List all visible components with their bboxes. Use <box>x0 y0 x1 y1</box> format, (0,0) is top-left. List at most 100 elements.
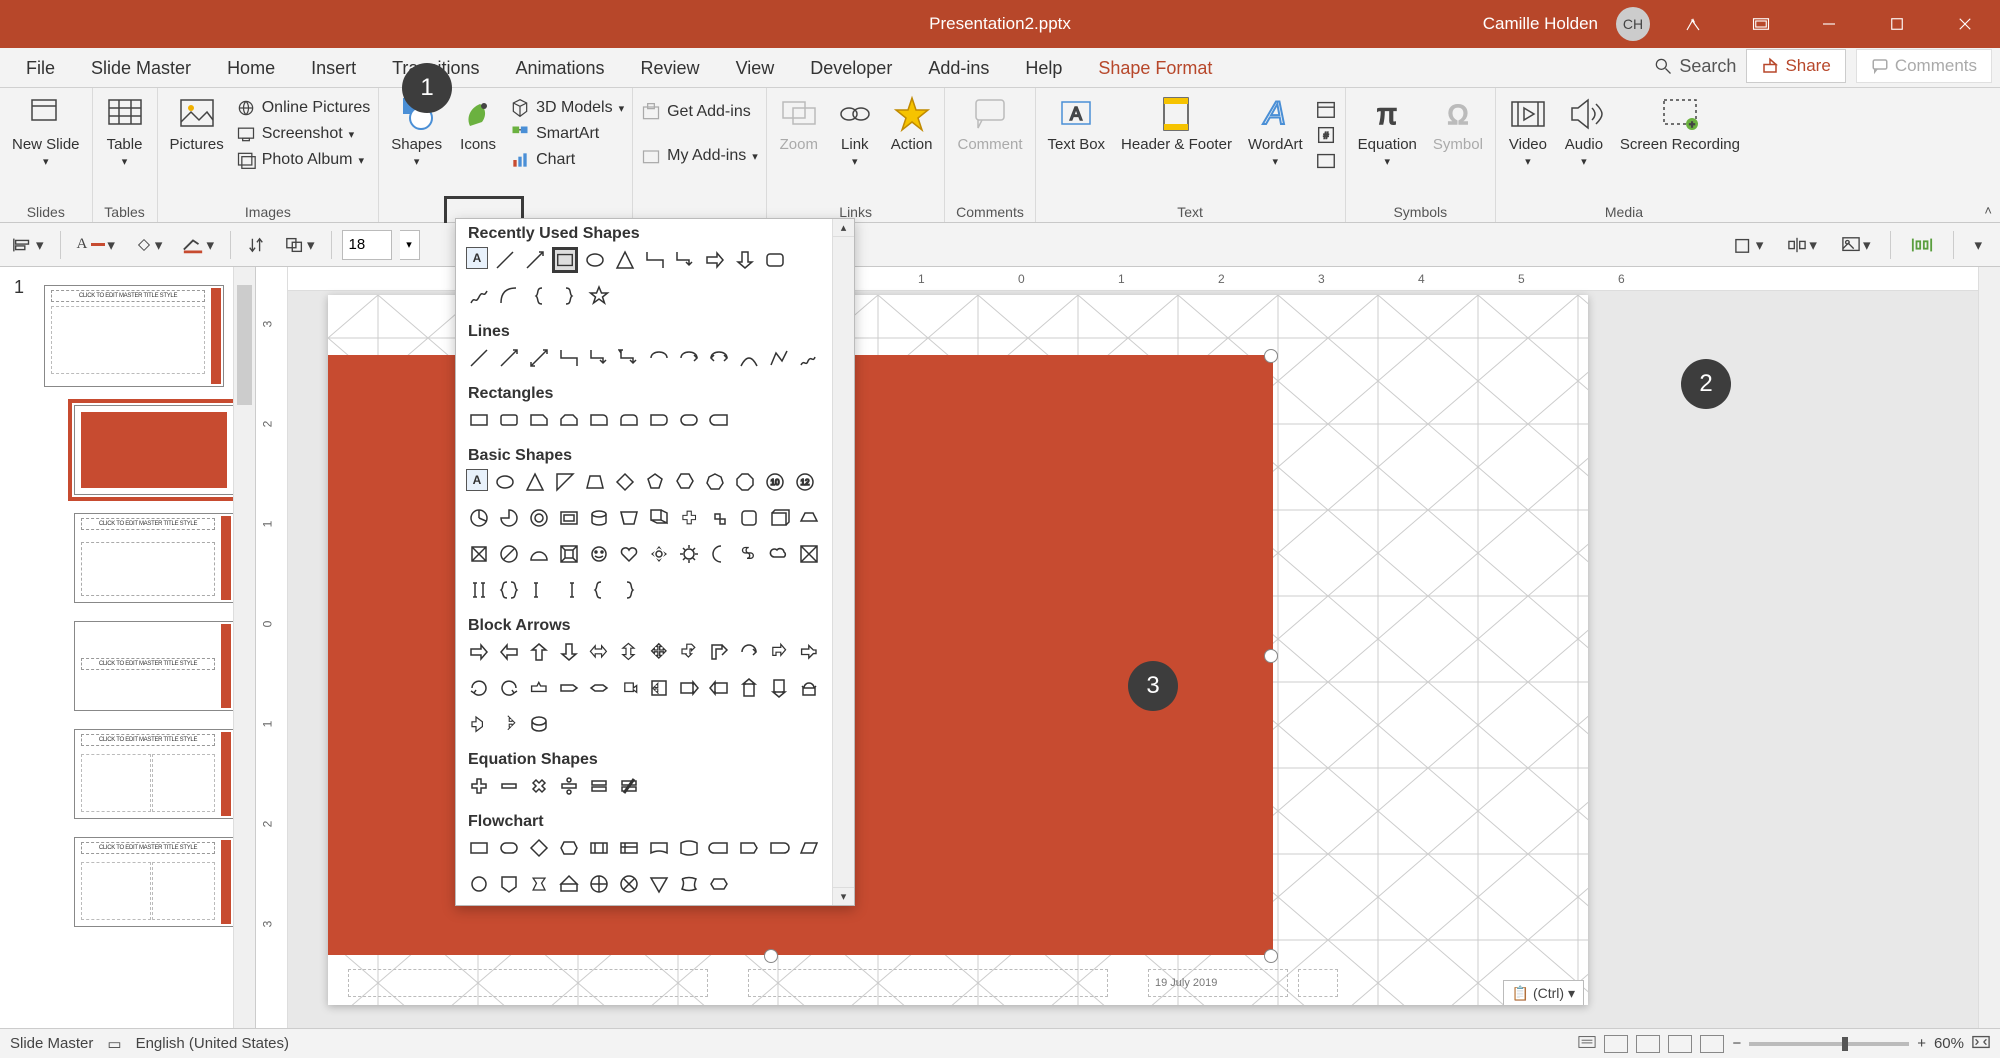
s[interactable] <box>526 675 552 701</box>
s[interactable] <box>526 711 552 737</box>
object-icon[interactable] <box>1315 150 1337 172</box>
shape-line-1[interactable] <box>466 345 492 371</box>
shape-plus[interactable] <box>466 773 492 799</box>
s[interactable] <box>556 505 582 531</box>
pictures-button[interactable]: Pictures <box>166 92 228 155</box>
shape-rounded-rect[interactable] <box>762 247 788 273</box>
3d-models-button[interactable]: 3D Models ▾ <box>510 98 624 118</box>
s[interactable] <box>496 639 522 665</box>
s[interactable] <box>582 469 608 495</box>
s[interactable] <box>586 675 612 701</box>
s[interactable] <box>496 711 522 737</box>
shape-line-6[interactable] <box>616 345 642 371</box>
view-slideshow-icon[interactable] <box>1700 1035 1724 1053</box>
accessibility-icon[interactable]: ▭ <box>107 1035 121 1053</box>
align-objects-icon[interactable]: ▾ <box>1781 231 1823 259</box>
paste-options-icon[interactable]: ▾ <box>1728 231 1770 259</box>
shape-elbow-arrow[interactable] <box>672 247 698 273</box>
shape-scribble[interactable] <box>466 283 492 309</box>
audio-button[interactable]: Audio▾ <box>1560 92 1608 170</box>
user-name[interactable]: Camille Holden <box>1483 14 1598 34</box>
shape-fill-icon[interactable]: ▾ <box>129 232 169 258</box>
s[interactable] <box>676 675 702 701</box>
shape-line-2[interactable] <box>496 345 522 371</box>
s[interactable] <box>496 871 522 897</box>
resize-handle[interactable] <box>1264 649 1278 663</box>
picture-icon[interactable]: ▾ <box>1835 231 1877 259</box>
tab-animations[interactable]: Animations <box>497 48 622 87</box>
shapes-scrollbar[interactable]: ▴ ▾ <box>832 219 854 905</box>
s[interactable] <box>676 505 702 531</box>
s[interactable] <box>466 639 492 665</box>
s[interactable] <box>706 675 732 701</box>
s[interactable] <box>556 577 582 603</box>
s[interactable] <box>796 505 822 531</box>
s[interactable] <box>646 505 672 531</box>
slide-number-icon[interactable]: # <box>1315 124 1337 146</box>
maximize-button[interactable] <box>1872 4 1922 44</box>
user-avatar[interactable]: CH <box>1616 7 1650 41</box>
tab-slide-master[interactable]: Slide Master <box>73 48 209 87</box>
font-size-input[interactable]: 18 <box>342 230 392 260</box>
thumbnails-scrollbar[interactable] <box>233 267 255 1028</box>
s[interactable] <box>466 505 492 531</box>
footer-date[interactable]: 19 July 2019 <box>1148 969 1288 997</box>
s[interactable] <box>646 675 672 701</box>
view-sorter-icon[interactable] <box>1636 1035 1660 1053</box>
table-button[interactable]: Table ▾ <box>101 92 149 170</box>
s[interactable] <box>736 639 762 665</box>
s[interactable] <box>616 871 642 897</box>
s[interactable] <box>616 541 642 567</box>
s[interactable] <box>466 675 492 701</box>
thumb-layout-5[interactable]: CLICK TO EDIT MASTER TITLE STYLE <box>74 837 233 927</box>
thumb-layout-3[interactable]: CLICK TO EDIT MASTER TITLE STYLE <box>74 621 233 711</box>
s[interactable] <box>526 505 552 531</box>
s[interactable] <box>526 835 552 861</box>
new-slide-button[interactable]: New Slide ▾ <box>8 92 84 170</box>
minimize-button[interactable] <box>1804 4 1854 44</box>
tab-insert[interactable]: Insert <box>293 48 374 87</box>
tab-review[interactable]: Review <box>623 48 718 87</box>
zoom-in-icon[interactable]: + <box>1917 1035 1926 1052</box>
shape-rect-9[interactable] <box>706 407 732 433</box>
s[interactable] <box>736 675 762 701</box>
s[interactable] <box>706 835 732 861</box>
shape-equals[interactable] <box>586 773 612 799</box>
shape-line-arrow[interactable] <box>522 247 548 273</box>
resize-handle[interactable] <box>1264 949 1278 963</box>
shape-not-equal[interactable] <box>616 773 642 799</box>
screenshot-button[interactable]: Screenshot ▾ <box>236 124 354 144</box>
canvas-scrollbar[interactable] <box>1978 267 2000 1028</box>
s[interactable] <box>586 541 612 567</box>
tab-addins[interactable]: Add-ins <box>910 48 1007 87</box>
date-time-icon[interactable] <box>1315 98 1337 120</box>
s[interactable] <box>796 675 822 701</box>
s[interactable] <box>616 639 642 665</box>
s[interactable] <box>612 469 638 495</box>
s[interactable] <box>556 835 582 861</box>
chart-button[interactable]: Chart <box>510 150 575 170</box>
s[interactable] <box>796 541 822 567</box>
header-footer-button[interactable]: Header & Footer <box>1117 92 1236 155</box>
tab-developer[interactable]: Developer <box>792 48 910 87</box>
zoom-button[interactable]: Zoom <box>775 92 823 155</box>
shape-arrow-down[interactable] <box>732 247 758 273</box>
shape-rect-6[interactable] <box>616 407 642 433</box>
s[interactable] <box>646 541 672 567</box>
zoom-slider[interactable] <box>1749 1042 1909 1046</box>
ribbon-display-icon[interactable] <box>1668 4 1718 44</box>
s[interactable] <box>732 469 758 495</box>
share-button[interactable]: Share <box>1746 49 1845 83</box>
video-button[interactable]: Video▾ <box>1504 92 1552 170</box>
shape-line-9[interactable] <box>706 345 732 371</box>
resize-handle[interactable] <box>764 949 778 963</box>
s[interactable] <box>706 541 732 567</box>
shape-line-3[interactable] <box>526 345 552 371</box>
s[interactable] <box>766 639 792 665</box>
shape-rect-1[interactable] <box>466 407 492 433</box>
status-language[interactable]: English (United States) <box>136 1035 289 1052</box>
s[interactable] <box>586 871 612 897</box>
shape-connector[interactable] <box>642 247 668 273</box>
font-color-icon[interactable]: A ▾ <box>71 232 121 258</box>
s[interactable] <box>706 871 732 897</box>
